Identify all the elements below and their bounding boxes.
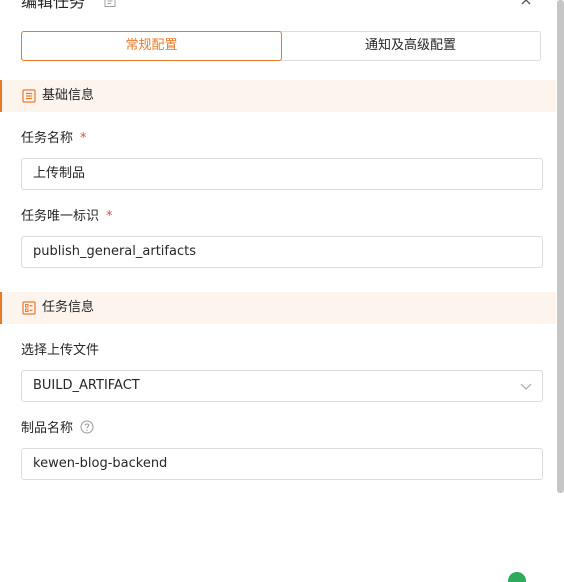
task-id-input[interactable]: publish_general_artifacts — [21, 236, 543, 268]
required-mark: * — [106, 209, 113, 224]
floating-indicator — [508, 572, 526, 582]
question-circle-icon[interactable] — [80, 420, 94, 434]
section-basic-info: 基础信息 — [0, 80, 556, 112]
upload-file-label: 选择上传文件 — [21, 343, 100, 358]
drawer-header: 编辑任务 — [0, 0, 560, 16]
section-title: 基础信息 — [42, 88, 95, 103]
section-title: 任务信息 — [42, 300, 95, 315]
task-name-input[interactable]: 上传制品 — [21, 158, 543, 190]
chevron-down-icon — [520, 383, 532, 390]
checklist-icon — [22, 301, 36, 315]
artifact-name-input[interactable]: kewen-blog-backend — [21, 448, 543, 480]
required-mark: * — [80, 131, 87, 146]
tab-general-config[interactable]: 常规配置 — [21, 31, 282, 61]
section-task-info: 任务信息 — [0, 292, 556, 324]
task-name-label: 任务名称 * — [21, 130, 87, 148]
task-id-label: 任务唯一标识 * — [21, 208, 113, 226]
document-icon[interactable] — [103, 0, 117, 8]
drawer-title: 编辑任务 — [21, 0, 86, 11]
artifact-name-label-text: 制品名称 — [21, 421, 74, 436]
upload-file-select[interactable]: BUILD_ARTIFACT — [21, 370, 543, 402]
tab-notification-advanced-config[interactable]: 通知及高级配置 — [281, 32, 540, 60]
artifact-name-label: 制品名称 — [21, 420, 94, 438]
task-name-label-text: 任务名称 — [21, 131, 74, 146]
upload-file-selected-value: BUILD_ARTIFACT — [33, 378, 140, 393]
list-icon — [22, 89, 36, 103]
scrollbar[interactable] — [557, 0, 564, 493]
close-icon[interactable] — [518, 0, 534, 8]
config-tabs: 常规配置 通知及高级配置 — [21, 31, 541, 61]
task-id-label-text: 任务唯一标识 — [21, 209, 100, 224]
